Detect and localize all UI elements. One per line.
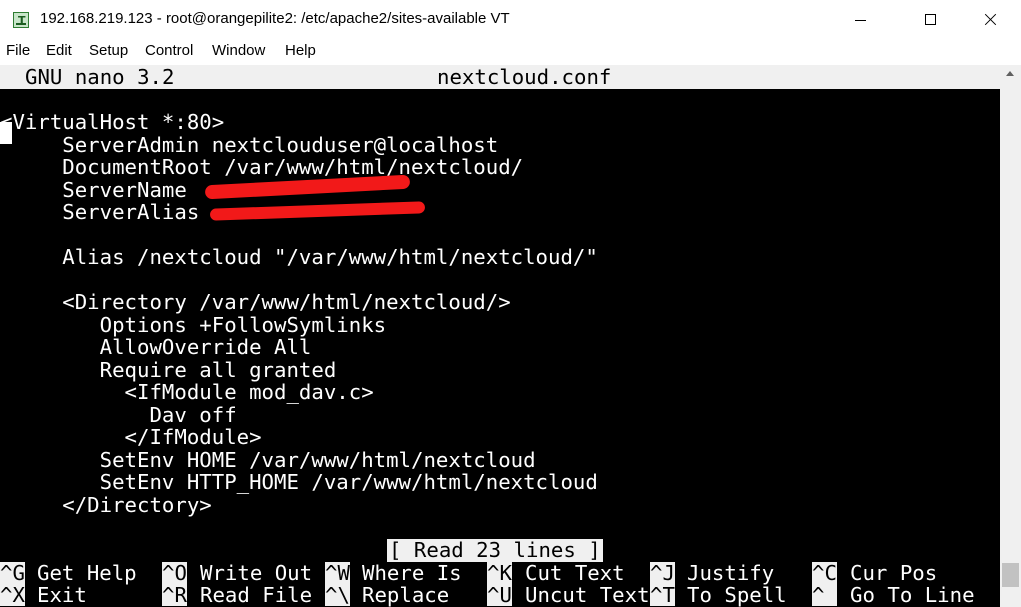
file-line: ServerName	[0, 178, 187, 202]
shortcut-label[interactable]: Go To Line	[850, 584, 975, 606]
file-line: DocumentRoot /var/www/html/nextcloud/	[0, 155, 524, 179]
menu-help[interactable]: Help	[285, 42, 316, 59]
minimize-icon	[855, 20, 866, 21]
file-line: SetEnv HTTP_HOME /var/www/html/nextcloud	[0, 470, 598, 494]
shortcut-key[interactable]: ^U	[487, 584, 512, 606]
terminal-screen[interactable]: GNU nano 3.2 nextcloud.conf <VirtualHost…	[0, 65, 1000, 607]
shortcut-label[interactable]: Cur Pos	[850, 562, 937, 584]
menu-bar: File Edit Setup Control Window Help	[0, 40, 1021, 64]
shortcut-label[interactable]: Replace	[362, 584, 449, 606]
shortcut-label[interactable]: Exit	[37, 584, 87, 606]
shortcut-key[interactable]: ^W	[325, 562, 350, 584]
shortcut-label[interactable]: Write Out	[200, 562, 312, 584]
window-title: 192.168.219.123 - root@orangepilite2: /e…	[40, 10, 510, 27]
maximize-icon	[925, 14, 936, 25]
shortcut-key[interactable]: ^G	[0, 562, 25, 584]
file-line: ServerAdmin nextclouduser@localhost	[0, 133, 499, 157]
file-line: Options +FollowSymlinks	[0, 313, 387, 337]
shortcut-key[interactable]: ^\	[325, 584, 350, 606]
file-line: <Directory /var/www/html/nextcloud/>	[0, 290, 511, 314]
shortcut-key[interactable]: ^O	[162, 562, 187, 584]
nano-filename: nextcloud.conf	[437, 65, 612, 89]
shortcut-key[interactable]: ^C	[812, 562, 837, 584]
file-line: Require all granted	[0, 358, 337, 382]
nano-header-bar: GNU nano 3.2 nextcloud.conf	[0, 65, 1000, 89]
shortcut-key[interactable]: ^R	[162, 584, 187, 606]
file-line: <VirtualHost *:80>	[0, 110, 225, 134]
shortcut-label[interactable]: Justify	[687, 562, 774, 584]
menu-setup[interactable]: Setup	[89, 42, 128, 59]
shortcut-key[interactable]: ^_	[812, 584, 837, 606]
redaction-scribble	[209, 201, 426, 221]
menu-file[interactable]: File	[6, 42, 30, 59]
title-bar[interactable]: T 192.168.219.123 - root@orangepilite2: …	[0, 0, 1021, 40]
shortcut-label[interactable]: Get Help	[37, 562, 137, 584]
file-line: Dav off	[0, 403, 237, 427]
menu-control[interactable]: Control	[145, 42, 193, 59]
arrow-up-icon	[1006, 71, 1014, 76]
menu-edit[interactable]: Edit	[46, 42, 72, 59]
shortcut-key[interactable]: ^J	[650, 562, 675, 584]
scrollbar-thumb[interactable]	[1002, 563, 1019, 587]
file-line: <IfModule mod_dav.c>	[0, 380, 374, 404]
shortcut-label[interactable]: Where Is	[362, 562, 462, 584]
shortcut-label[interactable]: Read File	[200, 584, 312, 606]
terminal-app-icon[interactable]: T	[13, 12, 29, 28]
close-button[interactable]	[967, 0, 1013, 40]
nano-version: GNU nano 3.2	[25, 65, 175, 89]
file-line: AllowOverride All	[0, 335, 312, 359]
maximize-button[interactable]	[907, 0, 953, 40]
vertical-scrollbar[interactable]	[1000, 65, 1021, 607]
shortcut-label[interactable]: Uncut Text	[525, 584, 650, 606]
shortcut-label[interactable]: To Spell	[687, 584, 787, 606]
shortcut-key[interactable]: ^X	[0, 584, 25, 606]
shortcut-key[interactable]: ^K	[487, 562, 512, 584]
shortcut-label[interactable]: Cut Text	[525, 562, 625, 584]
scroll-up-button[interactable]	[1000, 65, 1021, 82]
file-line: Alias /nextcloud "/var/www/html/nextclou…	[0, 245, 598, 269]
file-line: </IfModule>	[0, 425, 262, 449]
file-line: </Directory>	[0, 493, 212, 517]
file-line: ServerAlias	[0, 200, 200, 224]
status-message: [ Read 23 lines ]	[387, 538, 603, 562]
file-line: SetEnv HOME /var/www/html/nextcloud	[0, 448, 536, 472]
minimize-button[interactable]	[838, 0, 884, 40]
menu-window[interactable]: Window	[212, 42, 265, 59]
shortcut-key[interactable]: ^T	[650, 584, 675, 606]
